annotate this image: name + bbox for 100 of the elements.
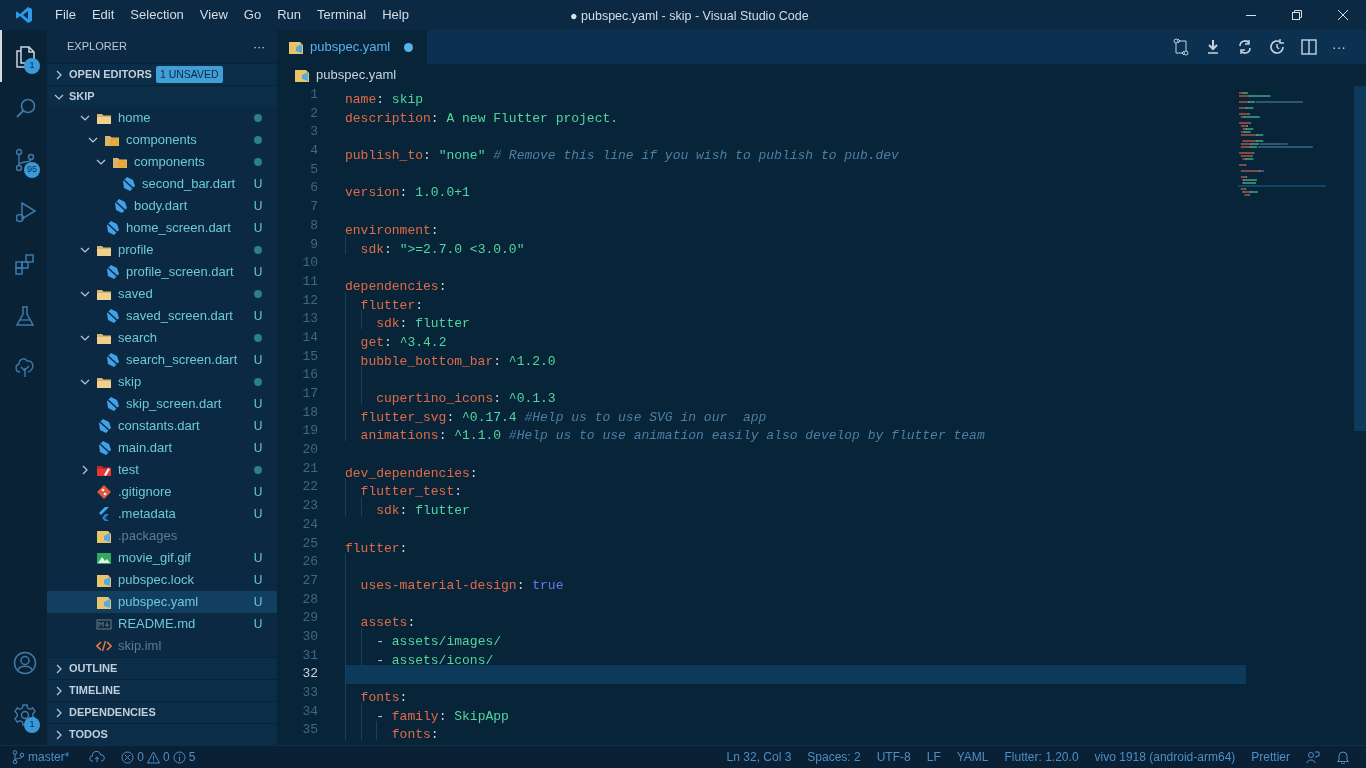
problems-button[interactable]: 0 0 5 <box>113 748 204 766</box>
line-number: 35 <box>301 721 318 740</box>
line-number: 15 <box>301 347 318 366</box>
code-line: fonts: <box>390 727 439 743</box>
breadcrumb-item[interactable]: pubspec.yaml <box>316 65 397 85</box>
section-header[interactable]: OPEN EDITORS 1 UNSAVED <box>47 63 277 85</box>
git-status-letter: U <box>253 176 263 193</box>
tree-item[interactable]: profile <box>47 239 277 261</box>
history-icon[interactable] <box>1268 38 1286 56</box>
menu-item[interactable]: Selection <box>122 1 192 29</box>
tree-item[interactable]: components <box>47 151 277 173</box>
tree-item[interactable]: components <box>47 129 277 151</box>
section-header[interactable]: OUTLINE <box>47 657 277 679</box>
code-line: get: ^3.4.2 <box>359 334 447 350</box>
tree-item[interactable]: saved_screen.dart U <box>47 305 277 327</box>
scrollbar-thumb[interactable] <box>1354 86 1366 431</box>
compare-changes-icon[interactable] <box>1172 38 1190 56</box>
branch-button[interactable]: master* <box>0 748 82 766</box>
tree-item[interactable]: constants.dart U <box>47 415 277 437</box>
status-item[interactable]: Spaces: 2 <box>799 748 869 766</box>
status-item[interactable]: vivo 1918 (android-arm64) <box>1086 748 1244 766</box>
git-status-letter: U <box>253 594 263 611</box>
git-status-letter: U <box>253 352 263 369</box>
code-line: cupertino_icons: ^0.1.3 <box>375 391 556 406</box>
tree-item[interactable]: movie_gif.gif U <box>47 547 277 569</box>
tree-item[interactable]: pubspec.yaml U <box>47 591 277 613</box>
sync-icon[interactable] <box>1236 38 1254 56</box>
more-actions-button[interactable]: ··· <box>253 36 265 57</box>
count-badge: 1 <box>24 58 40 74</box>
editor-tab[interactable]: pubspec.yaml <box>278 30 428 64</box>
window-title: ● pubspec.yaml - skip - Visual Studio Code <box>570 8 809 25</box>
activity-source-control-button[interactable]: 95 <box>0 134 47 186</box>
tree-item[interactable]: saved <box>47 283 277 305</box>
code-line: version: 1.0.0+1 <box>345 185 470 201</box>
tree-item[interactable]: search <box>47 327 277 349</box>
status-item[interactable]: Flutter: 1.20.0 <box>996 748 1087 766</box>
more-actions-button[interactable]: ··· <box>1332 36 1346 58</box>
dart-icon <box>96 418 112 434</box>
line-number: 31 <box>301 646 318 665</box>
feedback-icon[interactable] <box>1306 750 1320 764</box>
tree-item[interactable]: pubspec.lock U <box>47 569 277 591</box>
section-header[interactable]: TIMELINE <box>47 679 277 701</box>
status-item[interactable]: YAML <box>948 748 997 766</box>
line-number: 27 <box>301 571 318 590</box>
code-line: assets: <box>359 615 416 631</box>
menu-item[interactable]: Run <box>269 1 309 29</box>
line-number: 26 <box>301 553 318 572</box>
activity-settings-button[interactable]: 1 <box>0 689 47 741</box>
line-number: 34 <box>301 702 318 721</box>
line-number: 21 <box>301 459 318 478</box>
tree-item[interactable]: body.dart U <box>47 195 277 217</box>
tree-item[interactable]: .gitignore U <box>47 481 277 503</box>
tree-item[interactable]: test <box>47 459 277 481</box>
line-number: 2 <box>309 104 318 123</box>
tree-item[interactable]: skip_screen.dart U <box>47 393 277 415</box>
tree-item[interactable]: profile_screen.dart U <box>47 261 277 283</box>
tree-item[interactable]: search_screen.dart U <box>47 349 277 371</box>
line-number: 13 <box>301 310 318 329</box>
status-item[interactable]: UTF-8 <box>868 748 919 766</box>
dart-icon <box>104 220 120 236</box>
code-line: flutter: <box>345 540 408 556</box>
menu-item[interactable]: View <box>191 1 236 29</box>
line-number: 24 <box>301 515 318 534</box>
tree-item[interactable]: second_bar.dart U <box>47 173 277 195</box>
status-item[interactable]: Prettier <box>1243 748 1298 766</box>
section-header[interactable]: DEPENDENCIES <box>47 701 277 723</box>
code-line: bubble_bottom_bar: ^1.2.0 <box>359 353 556 369</box>
menu-item[interactable]: File <box>47 1 84 29</box>
restore-icon[interactable] <box>1292 10 1302 20</box>
split-editor-icon[interactable] <box>1300 38 1318 56</box>
git-status-letter: U <box>253 220 263 237</box>
status-item[interactable]: LF <box>918 748 949 766</box>
git-status-letter: U <box>253 418 263 435</box>
line-number: 11 <box>301 272 318 291</box>
git-status-letter: U <box>253 572 263 589</box>
info-icon <box>172 750 186 764</box>
bell-icon[interactable] <box>1336 750 1350 764</box>
close-icon[interactable] <box>1338 10 1348 20</box>
line-number: 32 <box>301 665 318 684</box>
tree-item[interactable]: main.dart U <box>47 437 277 459</box>
line-number: 19 <box>301 422 318 441</box>
tree-item[interactable]: home <box>47 107 277 129</box>
line-number: 16 <box>301 366 318 385</box>
line-number: 6 <box>309 179 318 198</box>
menu-item[interactable]: Go <box>235 1 270 29</box>
dart-icon <box>104 264 120 280</box>
git-status-letter: U <box>253 264 263 281</box>
status-item[interactable]: Ln 32, Col 3 <box>718 748 800 766</box>
section-header[interactable]: SKIP <box>47 85 277 107</box>
tree-item[interactable]: README.md U <box>47 613 277 635</box>
tree-item[interactable]: .metadata U <box>47 503 277 525</box>
tree-item[interactable]: skip <box>47 371 277 393</box>
tree-item[interactable]: home_screen.dart U <box>47 217 277 239</box>
line-number: 30 <box>301 627 318 646</box>
menu-item[interactable]: Edit <box>83 1 123 29</box>
line-number: 9 <box>309 235 318 254</box>
section-header[interactable]: TODOS <box>47 723 277 745</box>
menu-item[interactable]: Terminal <box>309 1 375 29</box>
cloud-upload-icon[interactable] <box>89 751 106 763</box>
menu-item[interactable]: Help <box>374 1 417 29</box>
